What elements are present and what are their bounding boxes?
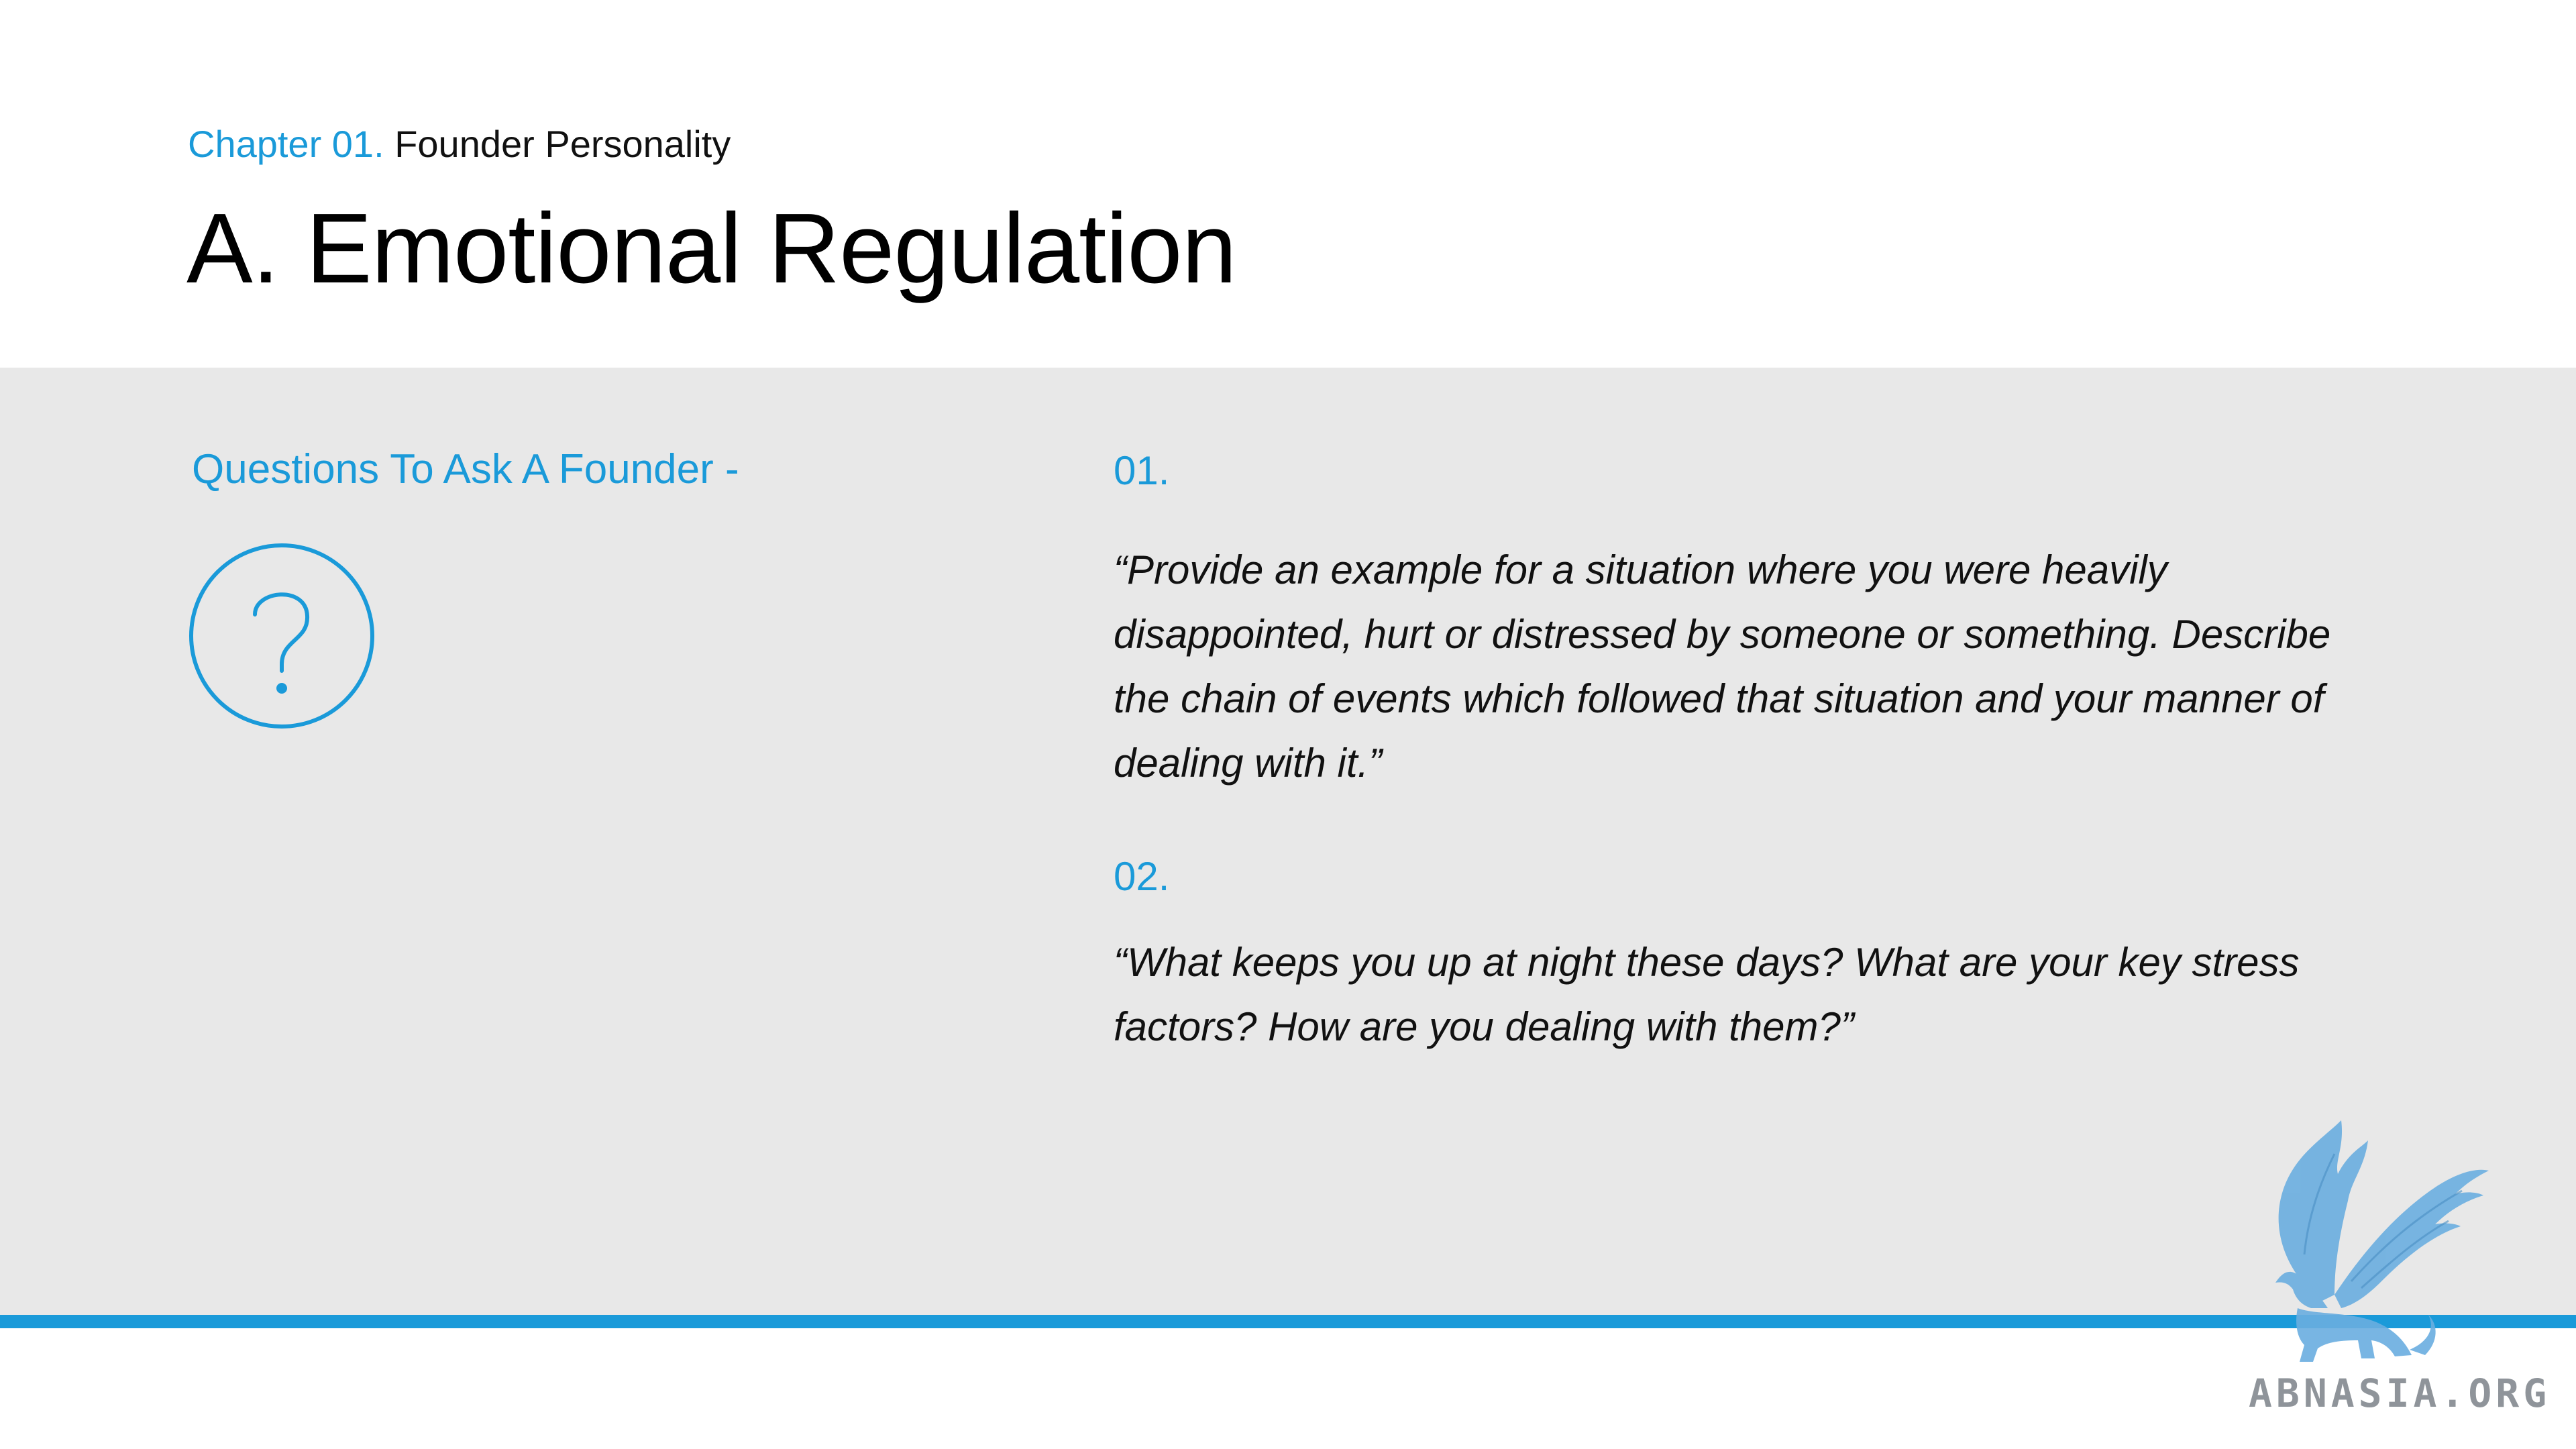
chapter-name: Founder Personality (394, 123, 731, 165)
question-number-2: 02. (1114, 854, 1170, 899)
chapter-breadcrumb: Chapter 01. Founder Personality (188, 121, 731, 168)
slide-footer (0, 1328, 2576, 1449)
slide-header: Chapter 01. Founder Personality A. Emoti… (0, 0, 2576, 368)
content-panel (0, 368, 2576, 1315)
question-text-1: “Provide an example for a situation wher… (1114, 547, 2331, 786)
question-text-2: “What keeps you up at night these days? … (1114, 940, 2300, 1049)
griffin-logo-icon (2275, 1120, 2489, 1362)
section-heading: Questions To Ask A Founder - (192, 446, 739, 492)
bottom-rule (0, 1315, 2576, 1328)
question-number-1: 01. (1114, 448, 1170, 493)
question-mark-circle-icon (189, 543, 374, 729)
chapter-label: Chapter 01. (188, 123, 384, 165)
watermark-text: ABNASIA.ORG (2249, 1371, 2551, 1416)
slide: Chapter 01. Founder Personality A. Emoti… (0, 0, 2576, 1449)
page-title: A. Emotional Regulation (186, 193, 1237, 304)
